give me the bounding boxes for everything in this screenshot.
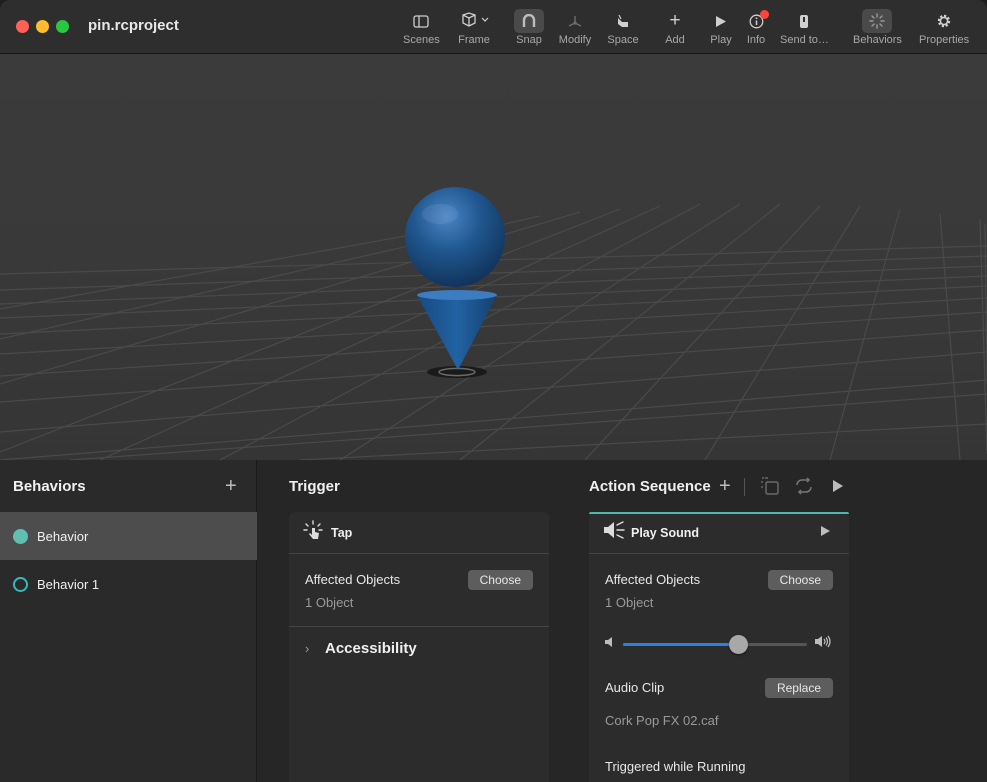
modify-icon (557, 9, 593, 33)
trigger-name: Tap (331, 525, 353, 540)
document-title: pin.rcproject (88, 17, 179, 34)
volume-slider-fill (623, 643, 739, 646)
info-icon (741, 9, 771, 33)
behavior-list-item[interactable]: Behavior (0, 512, 257, 560)
space-icon (606, 9, 640, 33)
toolbar-info-button[interactable]: Info (741, 9, 771, 51)
trigger-title: Trigger (289, 478, 340, 495)
toolbar-scenes-label: Scenes (403, 34, 440, 46)
toolbar-play-label: Play (710, 34, 732, 46)
chevron-right-icon: › (305, 641, 310, 656)
volume-high-icon (814, 635, 832, 651)
toolbar-snap-button[interactable]: Snap (514, 9, 544, 51)
play-sound-card[interactable]: Play Sound Affected Objects Choose 1 Obj… (589, 512, 849, 782)
minimize-window-button[interactable] (36, 20, 49, 33)
toolbar-properties-label: Properties (919, 34, 970, 46)
toolbar-info-label: Info (746, 34, 766, 46)
behavior-label: Behavior (37, 528, 89, 544)
toolbar-play-button[interactable]: Play (706, 9, 736, 51)
magnet-icon (514, 9, 544, 33)
toolbar: pin.rcproject Scenes Frame Snap Modify S… (0, 0, 987, 54)
app-window: pin.rcproject Scenes Frame Snap Modify S… (0, 0, 987, 782)
gear-icon (929, 9, 959, 33)
choose-button[interactable]: Choose (767, 570, 833, 590)
toolbar-send-label: Send to… (780, 34, 829, 46)
loop-icon[interactable] (793, 477, 815, 500)
behavior-list-item[interactable]: Behavior 1 (0, 560, 257, 608)
sidebar-icon (406, 9, 436, 33)
trigger-card[interactable]: Tap Affected Objects Choose 1 Object › A… (289, 512, 549, 782)
audio-clip-label: Audio Clip (605, 680, 665, 695)
action-sequence-title: Action Sequence (589, 478, 711, 495)
replace-button[interactable]: Replace (764, 678, 833, 698)
volume-low-icon (604, 636, 614, 650)
play-sound-card-header[interactable]: Play Sound (589, 512, 849, 554)
divider (289, 626, 549, 627)
accessibility-label: Accessibility (325, 640, 417, 657)
send-device-icon (789, 9, 819, 33)
behavior-label: Behavior 1 (37, 576, 100, 592)
toolbar-add-button[interactable]: + Add (660, 9, 690, 51)
play-icon (706, 9, 736, 33)
tap-icon (303, 520, 331, 545)
affected-objects-label: Affected Objects (605, 572, 701, 587)
plus-icon: + (669, 10, 681, 31)
toolbar-separator (744, 478, 745, 496)
trigger-card-header[interactable]: Tap (289, 512, 549, 554)
add-behavior-button[interactable]: + (225, 476, 237, 496)
toolbar-scenes-button[interactable]: Scenes (403, 9, 440, 51)
toolbar-space-label: Space (607, 34, 639, 46)
play-action-icon[interactable] (820, 525, 831, 540)
toolbar-frame-button[interactable]: Frame (456, 9, 492, 51)
accessibility-disclosure[interactable]: › Accessibility (305, 640, 417, 657)
toolbar-add-label: Add (665, 34, 685, 46)
affected-objects-value: 1 Object (605, 595, 654, 610)
affected-objects-value: 1 Object (305, 595, 354, 610)
toolbar-frame-label: Frame (458, 34, 490, 46)
behaviors-title: Behaviors (13, 478, 86, 495)
toolbar-modify-button[interactable]: Modify (557, 9, 593, 51)
info-badge (760, 10, 769, 19)
toolbar-space-button[interactable]: Space (606, 9, 640, 51)
maximize-window-button[interactable] (56, 20, 69, 33)
behaviors-panel: Behaviors + Behavior Behavior 1 Trigger … (0, 460, 987, 782)
scene-viewport[interactable] (0, 54, 987, 460)
toolbar-properties-button[interactable]: Properties (919, 9, 969, 51)
action-name: Play Sound (631, 525, 700, 540)
behaviors-icon (862, 9, 893, 33)
toolbar-snap-label: Snap (516, 34, 542, 46)
toolbar-behaviors-label: Behaviors (853, 34, 902, 46)
group-actions-icon[interactable] (760, 477, 780, 500)
volume-slider-knob[interactable] (729, 635, 749, 654)
affected-objects-label: Affected Objects (305, 572, 401, 587)
speaker-icon (603, 521, 631, 544)
triggered-while-running-label: Triggered while Running (605, 759, 746, 774)
choose-button[interactable]: Choose (467, 570, 533, 590)
behavior-color-dot (13, 528, 28, 544)
behaviors-sidebar: Behaviors + Behavior Behavior 1 (0, 460, 257, 782)
add-action-button[interactable]: + (719, 476, 731, 496)
toolbar-modify-label: Modify (558, 34, 592, 46)
play-sequence-icon[interactable] (832, 479, 844, 498)
volume-slider[interactable] (623, 635, 807, 654)
audio-clip-filename: Cork Pop FX 02.caf (605, 713, 719, 728)
toolbar-send-button[interactable]: Send to… (780, 9, 829, 51)
behavior-color-dot (13, 576, 28, 592)
toolbar-behaviors-button[interactable]: Behaviors (853, 9, 902, 51)
cube-frame-icon (456, 9, 492, 33)
close-window-button[interactable] (16, 20, 29, 33)
